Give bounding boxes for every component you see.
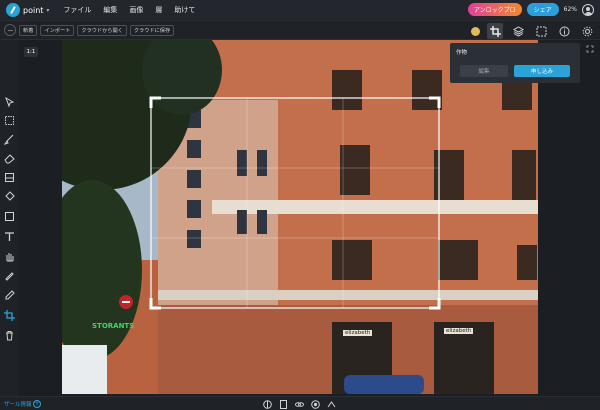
save-to-cloud-button[interactable]: クラウドに保存 bbox=[129, 24, 175, 36]
apply-button[interactable]: 申し込み bbox=[514, 65, 570, 77]
link-icon[interactable] bbox=[294, 399, 304, 409]
pointer-icon[interactable] bbox=[3, 96, 16, 109]
compass-icon[interactable] bbox=[262, 399, 272, 409]
adjust-icon[interactable] bbox=[533, 23, 549, 39]
back-icon[interactable] bbox=[4, 24, 16, 36]
zoom-level[interactable]: 62% bbox=[564, 6, 577, 13]
expand-icon[interactable] bbox=[586, 45, 594, 53]
menu-file[interactable]: ファイル bbox=[63, 5, 91, 15]
clone-icon[interactable] bbox=[3, 269, 16, 282]
layers-icon[interactable] bbox=[510, 23, 526, 39]
status-bar: ザール情報 + bbox=[0, 396, 600, 410]
brush-icon[interactable] bbox=[3, 133, 16, 146]
storefront-sign: STORANTS bbox=[92, 322, 135, 330]
bucket-icon[interactable] bbox=[3, 190, 16, 203]
plus-icon[interactable]: + bbox=[33, 400, 41, 408]
fill-icon[interactable] bbox=[3, 171, 16, 184]
app-window: point ▾ ファイル 編集 画像 層 助けて アンロックプロ シェア 62%… bbox=[0, 0, 600, 410]
top-toolbar: 新着 インポート クラウドから開く クラウドに保存 bbox=[0, 20, 600, 40]
app-logo[interactable]: point ▾ bbox=[0, 0, 55, 20]
info-icon[interactable] bbox=[556, 23, 572, 39]
rectangle-icon[interactable] bbox=[3, 210, 16, 223]
menu-layer[interactable]: 層 bbox=[155, 5, 162, 15]
menu-edit[interactable]: 編集 bbox=[103, 5, 117, 15]
open-from-cloud-button[interactable]: クラウドから開く bbox=[77, 24, 127, 36]
menu-help[interactable]: 助けて bbox=[174, 5, 195, 15]
cancel-button[interactable]: 編集 bbox=[460, 65, 508, 77]
app-name: point bbox=[23, 5, 44, 15]
settings-icon[interactable] bbox=[579, 23, 595, 39]
crop-ratio-button[interactable]: 1:1 bbox=[24, 47, 38, 57]
bottom-toolbar bbox=[262, 399, 336, 409]
marquee-icon[interactable] bbox=[3, 114, 16, 127]
shop-sign-2: elizabeth bbox=[444, 328, 474, 334]
header-actions: アンロックプロ シェア 62% bbox=[467, 3, 594, 16]
crop-icon[interactable] bbox=[487, 23, 503, 39]
document-icon[interactable] bbox=[278, 399, 288, 409]
chevron-down-icon: ▾ bbox=[46, 6, 50, 14]
import-button[interactable]: インポート bbox=[40, 24, 75, 36]
text-icon[interactable] bbox=[3, 230, 16, 243]
file-actions: 新着 インポート クラウドから開く クラウドに保存 bbox=[19, 24, 175, 36]
main-menu: ファイル 編集 画像 層 助けて bbox=[63, 5, 195, 15]
unlock-pro-button[interactable]: アンロックプロ bbox=[467, 3, 522, 16]
menu-image[interactable]: 画像 bbox=[129, 5, 143, 15]
eraser-icon[interactable] bbox=[3, 152, 16, 165]
photo bbox=[62, 40, 538, 394]
crop-tool-icon[interactable] bbox=[3, 309, 16, 322]
swatch-icon[interactable] bbox=[471, 26, 480, 36]
tool-sidebar bbox=[0, 40, 19, 396]
menu-bar: point ▾ ファイル 編集 画像 層 助けて アンロックプロ シェア 62% bbox=[0, 0, 600, 20]
toolbar-right bbox=[471, 21, 600, 41]
logo-icon bbox=[6, 3, 20, 17]
crop-panel: 作物 編集 申し込み bbox=[450, 43, 580, 83]
new-button[interactable]: 新着 bbox=[19, 24, 38, 36]
hand-icon[interactable] bbox=[3, 250, 16, 263]
status-info-label[interactable]: ザール情報 bbox=[4, 400, 32, 408]
shop-sign-1: elizabeth bbox=[343, 330, 373, 336]
trash-icon[interactable] bbox=[3, 329, 16, 342]
record-icon[interactable] bbox=[310, 399, 320, 409]
share-nodes-icon[interactable] bbox=[326, 399, 336, 409]
image-canvas[interactable]: STORANTS elizabeth elizabeth bbox=[62, 40, 538, 394]
eyedropper-icon[interactable] bbox=[3, 289, 16, 302]
share-button[interactable]: シェア bbox=[526, 3, 559, 16]
panel-title: 作物 bbox=[456, 50, 468, 56]
user-icon[interactable] bbox=[582, 3, 594, 16]
